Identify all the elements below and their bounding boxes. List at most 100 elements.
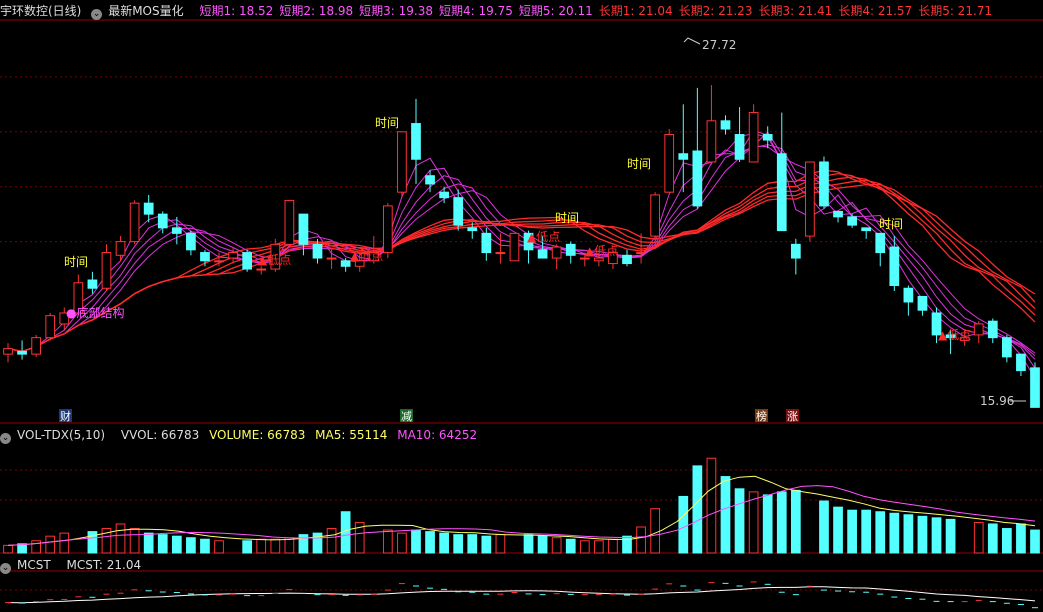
volume-bar[interactable] [889, 512, 900, 554]
candle-body[interactable] [382, 205, 393, 254]
volume-bar[interactable] [453, 534, 464, 554]
volume-bar[interactable] [1030, 529, 1040, 554]
volume-bar[interactable] [270, 538, 281, 554]
volume-bar[interactable] [129, 528, 140, 554]
volume-bar[interactable] [45, 535, 56, 554]
candle-body[interactable] [453, 197, 464, 226]
volume-bar[interactable] [931, 517, 942, 554]
volume-bar[interactable] [481, 535, 492, 554]
candle-body[interactable] [115, 241, 126, 256]
candle-body[interactable] [256, 268, 267, 271]
chevron-down-icon[interactable]: ⌄ [0, 433, 11, 444]
candle-body[interactable] [157, 213, 168, 229]
volume-bar[interactable] [847, 509, 857, 554]
volume-bar[interactable] [579, 540, 590, 554]
volume-bar[interactable] [523, 534, 534, 554]
candle-body[interactable] [1016, 353, 1026, 372]
indicator-toggle[interactable]: ⌄ 最新MOS量化 [91, 4, 189, 20]
candle-body[interactable] [425, 175, 435, 185]
candle-body[interactable] [748, 112, 759, 163]
volume-bar[interactable] [312, 532, 323, 554]
candle-body[interactable] [397, 131, 407, 193]
volume-bar[interactable] [706, 457, 717, 554]
candle-body[interactable] [171, 227, 182, 234]
volume-bar[interactable] [819, 500, 829, 554]
volume-bar[interactable] [861, 509, 872, 554]
candle-body[interactable] [3, 348, 13, 355]
volume-bar[interactable] [115, 523, 126, 554]
candle-body[interactable] [284, 199, 295, 245]
volume-bar[interactable] [382, 529, 393, 554]
volume-bar[interactable] [537, 535, 548, 554]
volume-bar[interactable] [762, 494, 773, 554]
candle-body[interactable] [551, 246, 562, 259]
volume-bar[interactable] [242, 540, 253, 554]
candle-body[interactable] [467, 227, 478, 232]
candle-body[interactable] [790, 243, 801, 259]
volume-bar[interactable] [3, 544, 13, 554]
volume-bar[interactable] [987, 523, 998, 554]
volume-bar[interactable] [298, 534, 309, 554]
volume-bar[interactable] [171, 535, 182, 554]
candle-body[interactable] [734, 134, 745, 160]
candle-body[interactable] [1002, 337, 1012, 358]
volume-bar[interactable] [157, 534, 168, 554]
candle-body[interactable] [228, 252, 238, 259]
volume-bar[interactable] [608, 538, 618, 554]
volume-bar[interactable] [397, 532, 407, 554]
candle-body[interactable] [594, 257, 604, 262]
candle-body[interactable] [509, 232, 520, 262]
volume-bar[interactable] [903, 514, 914, 554]
candle-body[interactable] [720, 120, 731, 130]
mcst-indicator[interactable]: ⌄ MCST [0, 558, 57, 574]
volume-bar[interactable] [425, 531, 435, 554]
volume-bar[interactable] [143, 532, 154, 554]
candle-body[interactable] [45, 315, 56, 339]
volume-bar[interactable] [326, 528, 337, 554]
candle-body[interactable] [692, 150, 703, 207]
event-tag[interactable]: 减 [401, 410, 412, 423]
candle-body[interactable] [678, 153, 689, 160]
candle-body[interactable] [87, 279, 98, 289]
candle-body[interactable] [439, 191, 449, 199]
candle-body[interactable] [650, 194, 661, 237]
volume-bar[interactable] [875, 511, 886, 554]
chevron-down-icon[interactable]: ⌄ [0, 563, 11, 574]
candle-body[interactable] [101, 252, 112, 289]
event-tag[interactable]: 榜 [756, 409, 767, 423]
volume-bar[interactable] [1016, 523, 1026, 554]
candle-body[interactable] [565, 243, 576, 256]
volume-bar[interactable] [594, 540, 604, 554]
stock-chart[interactable]: 时间时间时间时间 时间▲低点 ▲低点▲低点▲低点▲低点●底部结构27.7215.96… [0, 0, 1043, 612]
volume-bar[interactable] [734, 488, 745, 554]
candle-body[interactable] [973, 323, 984, 336]
candle-body[interactable] [214, 260, 224, 263]
candle-body[interactable] [664, 134, 675, 193]
volume-bar[interactable] [495, 534, 506, 554]
volume-bar[interactable] [256, 538, 267, 554]
candle-body[interactable] [200, 252, 210, 262]
candle-body[interactable] [1030, 367, 1040, 408]
candle-body[interactable] [889, 246, 900, 287]
volume-bar[interactable] [411, 529, 421, 554]
candle-body[interactable] [776, 153, 787, 232]
candle-body[interactable] [31, 337, 41, 355]
candle-body[interactable] [186, 232, 196, 251]
volume-bar[interactable] [945, 518, 956, 554]
candle-body[interactable] [312, 243, 323, 259]
candle-body[interactable] [326, 257, 337, 260]
volume-bar[interactable] [790, 489, 801, 554]
candle-body[interactable] [242, 252, 253, 270]
candle-body[interactable] [340, 260, 351, 267]
vol-indicator[interactable]: ⌄ VOL-TDX(5,10) [0, 428, 111, 444]
event-tag[interactable]: 涨 [787, 410, 798, 423]
candle-body[interactable] [706, 120, 717, 163]
candle-body[interactable] [495, 252, 506, 255]
volume-bar[interactable] [200, 538, 210, 554]
candle-body[interactable] [17, 350, 27, 355]
volume-bar[interactable] [565, 538, 576, 554]
candle-body[interactable] [622, 254, 632, 265]
volume-bar[interactable] [776, 491, 787, 554]
volume-bar[interactable] [186, 537, 196, 554]
volume-bar[interactable] [678, 495, 689, 554]
